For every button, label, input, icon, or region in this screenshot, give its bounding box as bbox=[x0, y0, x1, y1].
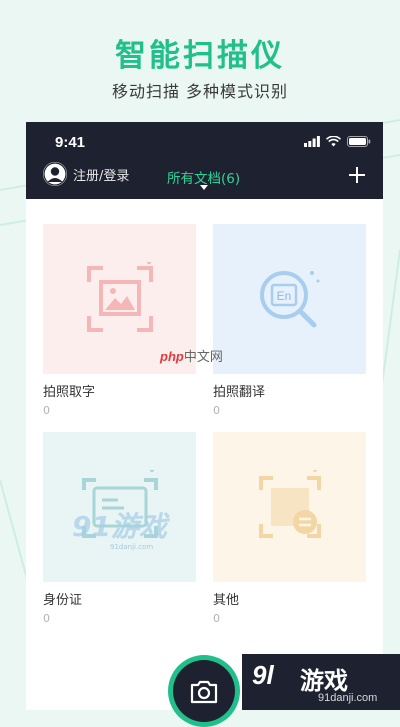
corner-logo-url: 91danji.com bbox=[318, 692, 378, 704]
camera-button-inner bbox=[173, 660, 235, 722]
category-count: 0 bbox=[43, 612, 50, 625]
tab-indicator bbox=[200, 185, 208, 190]
svg-text:En: En bbox=[276, 289, 291, 303]
category-thumb bbox=[213, 432, 366, 582]
corner-logo: 9l 游戏 91danji.com bbox=[242, 654, 400, 710]
corner-logo-text: 游戏 bbox=[300, 667, 348, 695]
category-label: 拍照取字 bbox=[43, 385, 96, 400]
category-count: 0 bbox=[213, 612, 220, 625]
php-watermark-brand: php bbox=[160, 349, 184, 364]
battery-icon bbox=[347, 136, 371, 147]
promo-subtitle: 移动扫描 多种模式识别 bbox=[111, 82, 289, 101]
wifi-icon bbox=[326, 136, 341, 147]
mid-watermark-url: 91danji.com bbox=[110, 543, 154, 551]
tab-all-documents[interactable]: 所有文档(6) bbox=[167, 167, 240, 187]
corner-logo-number: 9l bbox=[252, 660, 274, 690]
login-label: 注册/登录 bbox=[73, 168, 130, 184]
status-icons bbox=[304, 136, 371, 147]
promo-title: 智能扫描仪 bbox=[115, 38, 285, 74]
camera-button[interactable] bbox=[168, 655, 240, 727]
php-watermark: php中文网 bbox=[160, 346, 223, 365]
avatar bbox=[43, 162, 67, 186]
mid-watermark: 91游戏 bbox=[72, 510, 167, 543]
category-card-other[interactable]: 其他 0 bbox=[213, 432, 366, 625]
php-watermark-cn: 中文网 bbox=[183, 349, 223, 364]
phone-screen: 9:41 注册/登录 所有文档(6) 拍照取字 0 En 拍照翻译 0 身份证 … bbox=[26, 122, 383, 710]
category-card-photo-text[interactable]: 拍照取字 0 bbox=[43, 224, 196, 417]
status-time: 9:41 bbox=[55, 134, 86, 151]
category-label: 其他 bbox=[213, 593, 240, 608]
signal-icon bbox=[304, 136, 320, 147]
category-card-translate[interactable]: En 拍照翻译 0 bbox=[213, 224, 366, 417]
app-header: 9:41 注册/登录 所有文档(6) bbox=[26, 122, 383, 199]
camera-icon bbox=[190, 680, 218, 704]
document-scan-icon bbox=[258, 470, 321, 538]
image-scan-icon bbox=[86, 262, 153, 332]
user-icon bbox=[43, 162, 67, 186]
category-thumb: En bbox=[213, 224, 366, 374]
translate-search-icon: En bbox=[259, 271, 319, 328]
plus-icon[interactable] bbox=[347, 165, 367, 185]
category-count: 0 bbox=[213, 404, 220, 417]
category-label: 拍照翻译 bbox=[213, 385, 266, 400]
category-count: 0 bbox=[43, 404, 50, 417]
login-button[interactable]: 注册/登录 bbox=[43, 162, 129, 186]
category-label: 身份证 bbox=[43, 593, 83, 608]
